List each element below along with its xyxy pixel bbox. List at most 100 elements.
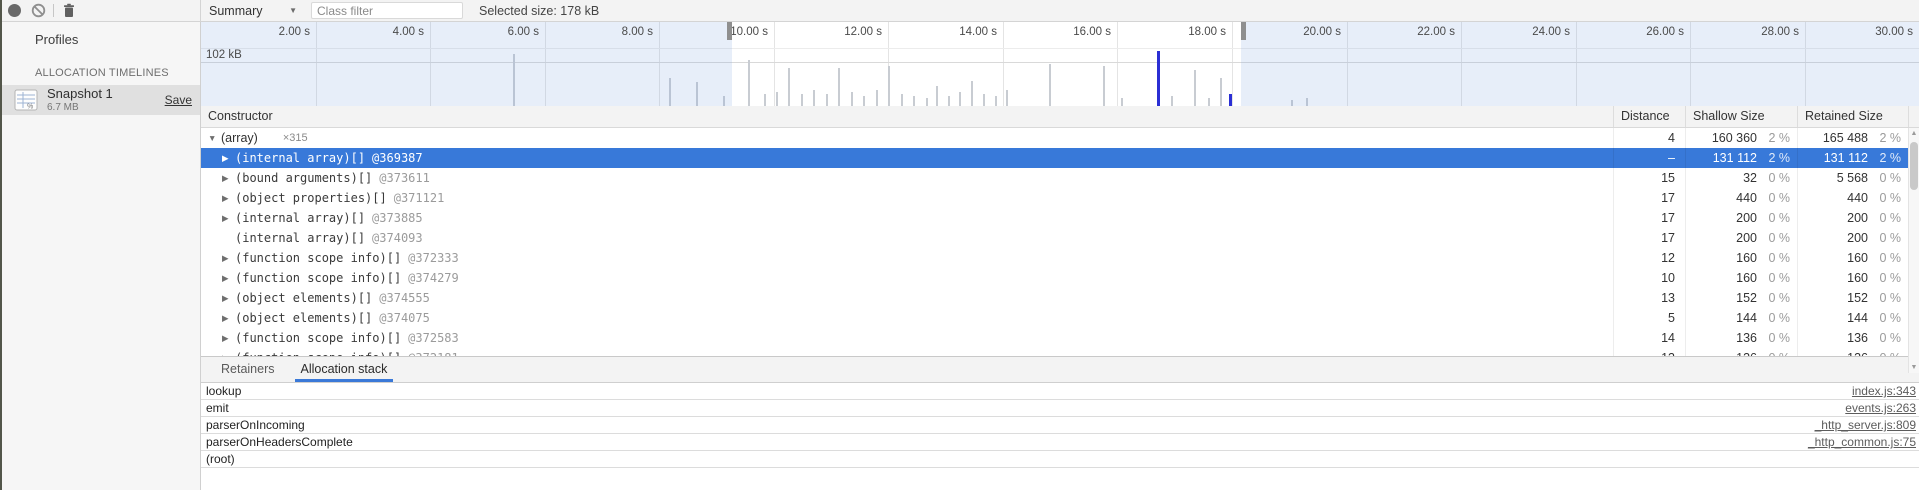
selection-grip-right[interactable] — [1241, 21, 1246, 40]
allocation-bar — [995, 96, 997, 106]
distance-cell: 13 — [1614, 348, 1686, 356]
scrollbar-thumb[interactable] — [1910, 142, 1918, 190]
expander-icon[interactable]: ▶ — [222, 308, 235, 328]
table-row[interactable]: ▶ (function scope info)[] @374279 10 160… — [201, 268, 1919, 288]
constructor-cell: ▶ (function scope info)[] @372333 — [201, 248, 1614, 268]
distance-cell: 17 — [1614, 228, 1686, 248]
allocation-bar — [983, 94, 985, 106]
object-id: @374555 — [379, 288, 430, 308]
table-row[interactable]: ▶ (internal array)[] @373885 17 200 0 % … — [201, 208, 1919, 228]
shallow-percent: 2 % — [1757, 148, 1797, 168]
grid-header: Constructor Distance Shallow Size Retain… — [201, 106, 1919, 128]
column-header-shallow-size[interactable]: Shallow Size — [1686, 106, 1798, 127]
delete-profile-button[interactable] — [57, 1, 81, 21]
expander-icon[interactable]: ▶ — [222, 188, 235, 208]
instance-count: ×315 — [283, 128, 308, 148]
sidebar-item-snapshot[interactable]: % Snapshot 1 6.7 MB Save — [2, 85, 200, 115]
allocation-bar — [901, 94, 903, 106]
table-row[interactable]: ▶ (bound arguments)[] @373611 15 32 0 % … — [201, 168, 1919, 188]
stack-frame-row[interactable]: emit events.js:263 — [201, 400, 1919, 417]
selection-grip-left[interactable] — [727, 21, 732, 40]
selected-size-label: Selected size: 178 kB — [479, 4, 599, 18]
expander-icon[interactable]: ▶ — [222, 248, 235, 268]
retained-size-cell: 144 0 % — [1798, 308, 1909, 328]
expander-icon[interactable]: ▶ — [222, 208, 235, 228]
column-header-retained-size[interactable]: Retained Size — [1798, 106, 1909, 127]
expander-icon[interactable]: ▶ — [222, 288, 235, 308]
ruler-tick-label: 30.00 s — [1841, 26, 1913, 40]
object-id: @372583 — [408, 328, 459, 348]
expander-icon[interactable]: ▶ — [222, 328, 235, 348]
frame-source-link[interactable]: events.js:263 — [1845, 400, 1919, 416]
shallow-size-cell: 136 0 % — [1686, 328, 1798, 348]
column-header-distance[interactable]: Distance — [1614, 106, 1686, 127]
table-row[interactable]: (internal array)[] @374093 17 200 0 % 20… — [201, 228, 1919, 248]
constructor-name: (object elements)[] — [235, 308, 372, 328]
distance-cell: 15 — [1614, 168, 1686, 188]
scroll-down-arrow[interactable]: ▼ — [1909, 362, 1919, 373]
constructor-cell: ▶ (function scope info)[] @372583 — [201, 328, 1614, 348]
table-row[interactable]: ▶ (function scope info)[] @372181 13 136… — [201, 348, 1919, 356]
ruler-tick-label: 28.00 s — [1727, 26, 1799, 40]
table-row[interactable]: ▶ (object elements)[] @374555 13 152 0 %… — [201, 288, 1919, 308]
retained-value: 144 — [1798, 308, 1868, 328]
vertical-scrollbar[interactable]: ▲ ▼ — [1908, 128, 1919, 373]
perspective-dropdown[interactable]: Summary ▼ — [201, 0, 303, 21]
timeline-overview[interactable]: 102 kB 2.00 s4.00 s6.00 s8.00 s10.00 s12… — [201, 21, 1919, 107]
snapshot-save-link[interactable]: Save — [165, 93, 192, 107]
shallow-percent: 2 % — [1757, 128, 1797, 148]
allocation-bar — [764, 94, 766, 106]
allocation-bar — [876, 90, 878, 106]
expander-icon[interactable]: ▶ — [222, 148, 235, 168]
expander-icon[interactable]: ▶ — [222, 168, 235, 188]
clear-profiles-button[interactable] — [26, 1, 50, 21]
constructor-name: (function scope info)[] — [235, 328, 401, 348]
stack-frame-row[interactable]: parserOnHeadersComplete _http_common.js:… — [201, 434, 1919, 451]
expander-icon[interactable]: ▼ — [208, 128, 221, 148]
shallow-size-cell: 136 0 % — [1686, 348, 1798, 356]
retained-percent: 0 % — [1868, 308, 1908, 328]
sidebar-item-profiles[interactable]: Profiles — [2, 27, 200, 53]
table-row[interactable]: ▶ (function scope info)[] @372333 12 160… — [201, 248, 1919, 268]
frame-source-link[interactable]: index.js:343 — [1852, 383, 1919, 399]
stack-frame-row[interactable]: parserOnIncoming _http_server.js:809 — [201, 417, 1919, 434]
retained-percent: 0 % — [1868, 348, 1908, 356]
table-row[interactable]: ▶ (internal array)[] @369387 – 131 112 2… — [201, 148, 1919, 168]
tab-allocation-stack[interactable]: Allocation stack — [295, 362, 394, 382]
shallow-value: 160 — [1686, 268, 1757, 288]
frame-source-link[interactable]: _http_server.js:809 — [1815, 417, 1919, 433]
expander-icon[interactable]: ▶ — [222, 348, 235, 356]
table-row[interactable]: ▶ (object elements)[] @374075 5 144 0 % … — [201, 308, 1919, 328]
shallow-size-cell: 152 0 % — [1686, 288, 1798, 308]
constructor-grid: ▼ (array) ×315 4 160 360 2 % 165 488 2 %… — [201, 128, 1919, 356]
allocation-bar — [1121, 98, 1123, 106]
stack-frame-row[interactable]: lookup index.js:343 — [201, 383, 1919, 400]
table-row[interactable]: ▶ (function scope info)[] @372583 14 136… — [201, 328, 1919, 348]
retained-percent: 0 % — [1868, 248, 1908, 268]
class-filter-input[interactable] — [311, 2, 463, 19]
frame-function-name: lookup — [201, 383, 1852, 399]
table-row[interactable]: ▼ (array) ×315 4 160 360 2 % 165 488 2 % — [201, 128, 1919, 148]
shallow-size-cell: 160 0 % — [1686, 268, 1798, 288]
retained-percent: 0 % — [1868, 328, 1908, 348]
constructor-cell: ▼ (array) ×315 — [201, 128, 1614, 148]
frame-source-link[interactable]: _http_common.js:75 — [1808, 434, 1919, 450]
constructor-name: (internal array)[] — [235, 228, 365, 248]
tab-retainers[interactable]: Retainers — [215, 362, 281, 382]
record-button[interactable] — [2, 1, 26, 21]
retained-value: 136 — [1798, 348, 1868, 356]
block-icon — [31, 3, 46, 18]
object-id: @371121 — [394, 188, 445, 208]
constructor-cell: ▶ (internal array)[] @369387 — [201, 148, 1614, 168]
retained-percent: 0 % — [1868, 168, 1908, 188]
scroll-up-arrow[interactable]: ▲ — [1909, 128, 1919, 139]
allocation-bar — [1049, 64, 1051, 106]
stack-frame-row[interactable]: (root) — [201, 451, 1919, 468]
constructor-name: (bound arguments)[] — [235, 168, 372, 188]
ruler-gridline — [1232, 21, 1233, 106]
column-header-constructor[interactable]: Constructor — [201, 106, 1614, 127]
expander-icon[interactable]: ▶ — [222, 268, 235, 288]
table-row[interactable]: ▶ (object properties)[] @371121 17 440 0… — [201, 188, 1919, 208]
allocation-bar — [948, 96, 950, 106]
allocation-bar — [1194, 70, 1196, 106]
